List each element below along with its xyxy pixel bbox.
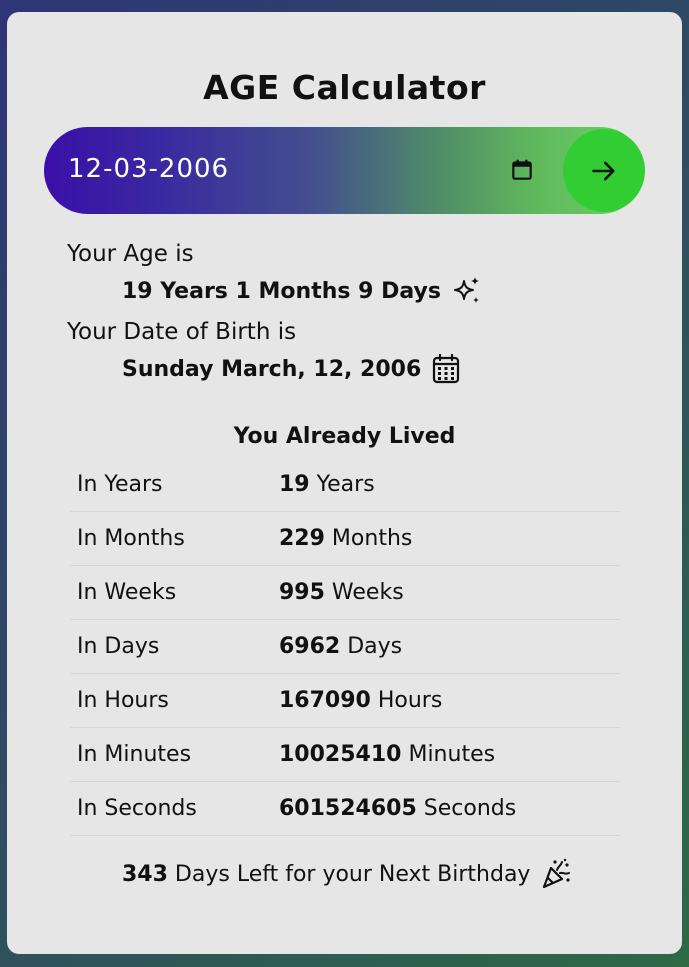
calendar-icon[interactable]	[509, 157, 535, 183]
table-row: In Hours 167090 Hours	[70, 673, 620, 728]
sparkles-icon	[453, 277, 479, 303]
row-label: In Minutes	[70, 727, 272, 782]
age-label: Your Age is	[67, 241, 194, 267]
age-calculator-card: AGE Calculator 12-03-2006 Your Age is 19…	[7, 12, 682, 954]
row-value: 10025410 Minutes	[272, 727, 620, 782]
row-label: In Months	[70, 511, 272, 566]
row-value: 995 Weeks	[272, 565, 620, 620]
row-value: 6962 Days	[272, 619, 620, 674]
next-birthday-days: 343	[122, 861, 168, 887]
lived-table: In Years 19 Years In Months 229 Months I…	[70, 458, 620, 836]
table-row: In Weeks 995 Weeks	[70, 565, 620, 620]
row-value: 601524605 Seconds	[272, 781, 620, 836]
table-row: In Seconds 601524605 Seconds	[70, 781, 620, 836]
calendar-grid-icon	[433, 353, 460, 384]
table-row: In Years 19 Years	[70, 458, 620, 512]
row-value: 167090 Hours	[272, 673, 620, 728]
age-result: 19 Years 1 Months 9 Days	[122, 275, 483, 307]
table-row: In Months 229 Months	[70, 511, 620, 566]
row-label: In Days	[70, 619, 272, 674]
next-birthday-text: 343 Days Left for your Next Birthday	[122, 862, 530, 887]
date-input-bar: 12-03-2006	[44, 127, 645, 214]
arrow-right-icon	[592, 161, 615, 181]
row-label: In Weeks	[70, 565, 272, 620]
party-popper-icon	[543, 858, 571, 889]
table-row: In Minutes 10025410 Minutes	[70, 727, 620, 782]
dob-result: Sunday March, 12, 2006	[122, 353, 461, 385]
dob-value: Sunday March, 12, 2006	[122, 356, 422, 382]
row-label: In Hours	[70, 673, 272, 728]
lived-section-title: You Already Lived	[233, 424, 456, 449]
age-value: 19 Years 1 Months 9 Days	[122, 278, 441, 304]
row-label: In Seconds	[70, 781, 272, 836]
date-input[interactable]: 12-03-2006	[68, 154, 229, 184]
table-row: In Days 6962 Days	[70, 619, 620, 674]
page-title: AGE Calculator	[203, 68, 486, 107]
calculate-button[interactable]	[563, 129, 645, 212]
next-birthday-label: Days Left for your Next Birthday	[167, 861, 531, 887]
row-label: In Years	[70, 458, 272, 512]
next-birthday: 343 Days Left for your Next Birthday	[122, 858, 572, 890]
row-value: 19 Years	[272, 458, 620, 512]
dob-label: Your Date of Birth is	[67, 319, 297, 345]
row-value: 229 Months	[272, 511, 620, 566]
